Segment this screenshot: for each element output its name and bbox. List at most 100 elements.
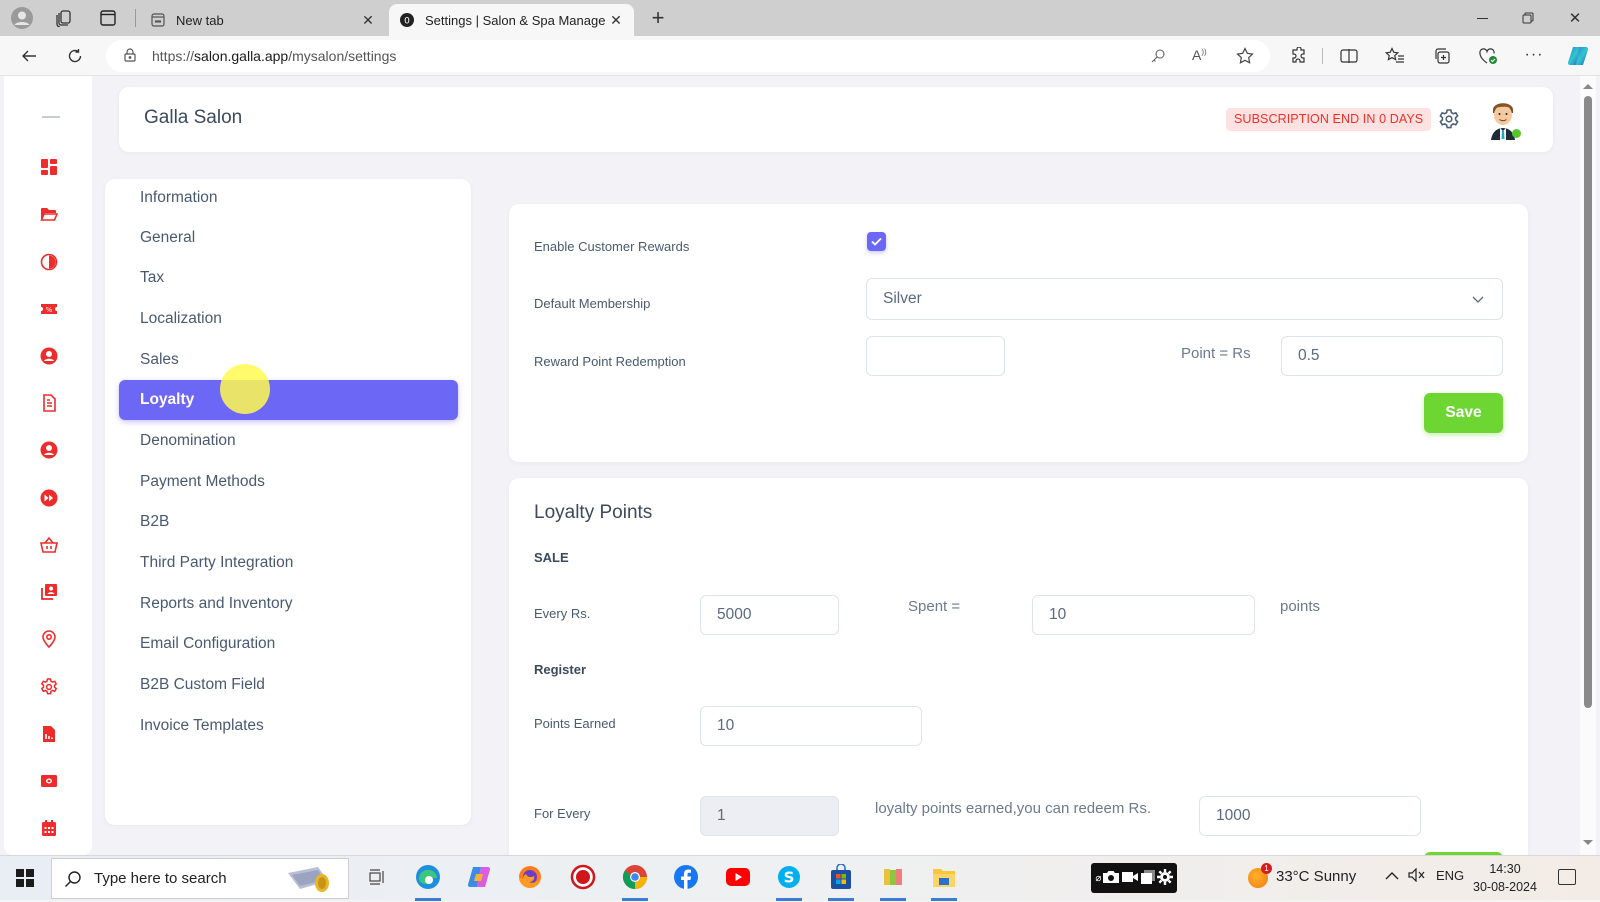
winrar-app-icon[interactable] [878,862,908,892]
menu-item-denomination[interactable]: Denomination [119,421,458,461]
calendar-icon[interactable] [40,819,58,837]
save-rewards-button[interactable]: Save [1424,393,1503,433]
cash-icon[interactable] [40,772,58,790]
report-icon[interactable] [40,725,58,743]
windows-start-icon[interactable] [16,869,34,887]
new-tab-button[interactable]: + [647,5,669,30]
user-circle-icon[interactable] [40,347,58,365]
menu-item-payment-methods[interactable]: Payment Methods [119,462,458,502]
system-clock[interactable]: 14:30 30-08-2024 [1472,860,1538,896]
menu-item-sales[interactable]: Sales [119,340,458,380]
redeem-rupee-input[interactable]: 1000 [1199,796,1421,836]
page-scrollbar[interactable] [1580,76,1596,855]
read-aloud-icon[interactable]: A)) [1192,47,1207,63]
browser-essentials-icon[interactable] [1477,46,1499,66]
copilot-icon[interactable] [1566,44,1590,68]
coupon-icon[interactable]: % [40,300,58,318]
menu-item-third-party-integration[interactable]: Third Party Integration [119,543,458,583]
copilot-app-icon[interactable] [464,862,494,892]
customer-icon[interactable] [40,441,58,459]
file-explorer-app-icon[interactable] [929,862,959,892]
tab-actions-icon[interactable] [97,7,119,29]
scrollbar-thumb[interactable] [1584,96,1592,708]
document-icon[interactable] [40,394,58,412]
url-input[interactable]: https://salon.galla.app/mysalon/settings… [106,40,1270,72]
menu-item-general[interactable]: General [119,218,458,258]
capture-pin-icon[interactable]: ⌀ [1095,873,1101,884]
settings-gear-icon[interactable] [1438,108,1460,130]
contrast-icon[interactable] [40,253,58,271]
point-rupee-value-input[interactable]: 0.5 [1281,336,1503,376]
close-window-icon[interactable]: ✕ [1563,8,1587,28]
back-icon[interactable] [18,45,40,67]
menu-item-email-configuration[interactable]: Email Configuration [119,624,458,664]
menu-item-b2b[interactable]: B2B [119,502,458,542]
default-membership-select[interactable]: Silver [866,278,1503,320]
edge-app-icon[interactable] [413,862,443,892]
tab-new-tab[interactable]: New tab ✕ [140,4,386,36]
scroll-down-arrow-icon[interactable] [1583,840,1593,845]
lock-icon [124,47,140,65]
url-path: /mysalon/settings [288,48,397,64]
video-record-icon[interactable] [1121,870,1139,887]
app-page: % Galla Salon SUBSCRIPTION END IN 0 DAYS… [0,76,1600,855]
every-rs-input[interactable]: 5000 [700,595,839,635]
tab-settings[interactable]: 0 Settings | Salon & Spa Manageme ✕ [389,4,634,36]
input-language[interactable]: ENG [1436,868,1464,883]
sidebar-collapse-toggle[interactable] [42,116,60,118]
skype-app-icon[interactable]: S [774,862,804,892]
points-earned-input[interactable]: 10 [700,706,922,746]
split-screen-icon[interactable] [1338,46,1360,66]
microsoft-store-app-icon[interactable] [826,862,856,892]
refresh-icon[interactable] [64,45,86,67]
weather-text[interactable]: 33°C Sunny [1276,868,1356,885]
for-every-label: For Every [534,806,591,821]
menu-item-information[interactable]: Information [119,178,458,218]
scroll-up-arrow-icon[interactable] [1583,84,1593,89]
basket-icon[interactable] [40,536,58,554]
gear-icon[interactable] [40,678,58,696]
favorite-star-icon[interactable] [1236,47,1254,70]
profile-icon[interactable] [10,6,34,30]
favorites-list-icon[interactable] [1384,46,1406,66]
minimize-icon[interactable] [1470,8,1494,28]
menu-item-loyalty[interactable]: Loyalty [119,380,458,420]
menu-item-invoice-templates[interactable]: Invoice Templates [119,706,458,746]
folder-open-icon[interactable] [40,205,58,223]
restore-icon[interactable] [1516,8,1540,28]
youtube-app-icon[interactable] [723,862,753,892]
extensions-icon[interactable] [1288,46,1310,66]
menu-item-tax[interactable]: Tax [119,258,458,298]
window-capture-icon[interactable] [1140,869,1156,888]
redemption-points-input[interactable] [866,336,1005,376]
loyalty-points-title: Loyalty Points [534,502,653,523]
close-tab-icon[interactable]: ✕ [358,12,378,29]
capture-settings-gear-icon[interactable] [1156,868,1173,888]
menu-item-reports-and-inventory[interactable]: Reports and Inventory [119,584,458,624]
spent-points-input[interactable]: 10 [1032,595,1255,635]
screen-recorder-app-icon[interactable] [568,862,598,892]
enable-rewards-checkbox[interactable] [867,232,886,251]
notifications-icon[interactable] [1558,869,1576,885]
volume-muted-icon[interactable] [1408,867,1426,885]
collections-icon[interactable] [1431,46,1453,66]
menu-item-b2b-custom-field[interactable]: B2B Custom Field [119,665,458,705]
fast-forward-icon[interactable] [40,489,58,507]
camera-icon[interactable] [1102,870,1120,887]
for-every-points-input: 1 [700,796,839,836]
password-key-icon[interactable] [1150,48,1166,69]
chrome-app-icon[interactable] [620,862,650,892]
dashboard-icon[interactable] [40,158,58,176]
task-view-icon[interactable] [362,862,392,892]
contacts-icon[interactable] [40,583,58,601]
close-tab-icon[interactable]: ✕ [606,12,626,29]
facebook-app-icon[interactable] [671,862,701,892]
more-options-icon[interactable]: ··· [1522,44,1546,66]
show-hidden-icons-chevron-icon[interactable] [1385,868,1399,884]
workspaces-icon[interactable] [53,7,75,29]
firefox-app-icon[interactable] [515,862,545,892]
location-pin-icon[interactable] [40,630,58,648]
taskbar-search[interactable]: Type here to search [51,858,349,899]
menu-item-localization[interactable]: Localization [119,299,458,339]
browser-tab-bar: New tab ✕ 0 Settings | Salon & Spa Manag… [0,0,1600,36]
